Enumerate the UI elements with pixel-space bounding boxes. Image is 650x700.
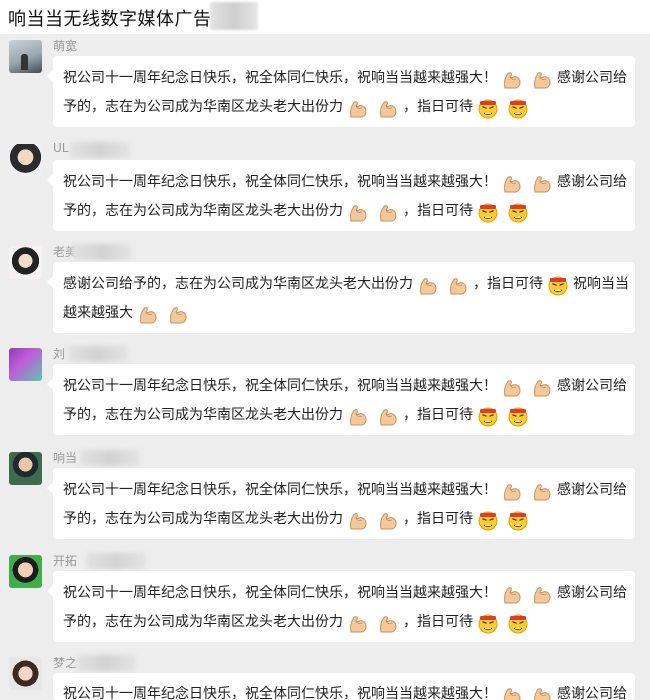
- flexed-biceps-icon: [347, 405, 369, 427]
- avatar[interactable]: [9, 555, 42, 588]
- message-text: 祝公司十一周年纪念日快乐，祝全体同仁快乐，祝响当当越来越强大！: [63, 174, 497, 190]
- flexed-biceps-icon: [347, 612, 369, 634]
- message-text: 祝公司十一周年纪念日快乐，祝全体同仁快乐，祝响当当越来越强大！: [63, 378, 497, 394]
- message-text: 祝公司十一周年纪念日快乐，祝全体同仁快乐，祝响当当越来越强大！: [63, 686, 497, 700]
- blurred-nickname: [68, 346, 128, 362]
- determined-face-icon: [507, 97, 529, 119]
- determined-face-icon: [477, 405, 499, 427]
- flexed-biceps-icon: [501, 583, 523, 605]
- message-text: ，指日可待: [473, 276, 543, 292]
- flexed-biceps-icon: [531, 68, 553, 90]
- message-text: 予的，志在为公司成为华南区龙头老大出份力: [63, 614, 343, 630]
- flexed-biceps-icon: [137, 303, 159, 325]
- message-text: 予的，志在为公司成为华南区龙头老大出份力: [63, 99, 343, 115]
- sender-nickname: 刘: [53, 347, 66, 361]
- avatar[interactable]: [9, 144, 42, 177]
- chat-header: 响当当无线数字媒体广告: [0, 0, 650, 34]
- flexed-biceps-icon: [501, 684, 523, 700]
- message-bubble[interactable]: 祝公司十一周年纪念日快乐，祝全体同仁快乐，祝响当当越来越强大！ 感谢公司给 予的…: [47, 364, 635, 435]
- determined-face-icon: [507, 509, 529, 531]
- flexed-biceps-icon: [347, 509, 369, 531]
- sender-nickname: 萌宽: [53, 39, 78, 53]
- sender-nickname: 开拓: [53, 554, 78, 568]
- flexed-biceps-icon: [501, 68, 523, 90]
- message-text: 感谢公司给: [557, 70, 627, 86]
- sender-nickname: 响当: [53, 451, 78, 465]
- flexed-biceps-icon: [377, 201, 399, 223]
- message-text: 感谢公司给: [557, 585, 627, 601]
- message-text: ，指日可待: [403, 614, 473, 630]
- message-bubble[interactable]: 祝公司十一周年纪念日快乐，祝全体同仁快乐，祝响当当越来越强大！ 感谢公司给 予的…: [47, 56, 635, 127]
- avatar[interactable]: [9, 452, 42, 485]
- message-text: ，指日可待: [403, 203, 473, 219]
- flexed-biceps-icon: [377, 509, 399, 531]
- avatar[interactable]: [9, 40, 42, 73]
- flexed-biceps-icon: [377, 612, 399, 634]
- blurred-nickname: [86, 553, 146, 569]
- message-text: 祝响当当: [573, 276, 629, 292]
- flexed-biceps-icon: [347, 201, 369, 223]
- message-text: 祝公司十一周年纪念日快乐，祝全体同仁快乐，祝响当当越来越强大！: [63, 70, 497, 86]
- message-text: 祝公司十一周年纪念日快乐，祝全体同仁快乐，祝响当当越来越强大！: [63, 482, 497, 498]
- flexed-biceps-icon: [501, 376, 523, 398]
- blurred-nickname: [76, 655, 136, 671]
- flexed-biceps-icon: [531, 583, 553, 605]
- message-bubble[interactable]: 祝公司十一周年纪念日快乐，祝全体同仁快乐，祝响当当越来越强大！ 感谢公司给 予的…: [47, 160, 635, 231]
- message-bubble[interactable]: 祝公司十一周年纪念日快乐，祝全体同仁快乐，祝响当当越来越强大！ 感谢公司给 予的…: [47, 571, 635, 642]
- flexed-biceps-icon: [531, 172, 553, 194]
- message-text: 越来越强大: [63, 305, 133, 321]
- avatar[interactable]: [9, 348, 42, 381]
- message-text: 感谢公司给: [557, 482, 627, 498]
- message-bubble[interactable]: 感谢公司给予的，志在为公司成为华南区龙头老大出份力 ，指日可待 祝响当当 越来越…: [47, 262, 635, 333]
- determined-face-icon: [547, 274, 569, 296]
- message-bubble[interactable]: 祝公司十一周年纪念日快乐，祝全体同仁快乐，祝响当当越来越强大！ 感谢公司给 予的…: [47, 468, 635, 539]
- flexed-biceps-icon: [447, 274, 469, 296]
- avatar[interactable]: [9, 246, 42, 279]
- flexed-biceps-icon: [377, 97, 399, 119]
- message-text: 予的，志在为公司成为华南区龙头老大出份力: [63, 407, 343, 423]
- flexed-biceps-icon: [531, 480, 553, 502]
- sender-nickname: UL: [53, 141, 69, 155]
- determined-face-icon: [507, 405, 529, 427]
- message-bubble[interactable]: 祝公司十一周年纪念日快乐，祝全体同仁快乐，祝响当当越来越强大！ 感谢公司给: [53, 673, 635, 700]
- blurred-nickname: [70, 142, 130, 158]
- message-text: ，指日可待: [403, 99, 473, 115]
- flexed-biceps-icon: [531, 376, 553, 398]
- flexed-biceps-icon: [347, 97, 369, 119]
- message-text: 予的，志在为公司成为华南区龙头老大出份力: [63, 511, 343, 527]
- determined-face-icon: [477, 612, 499, 634]
- message-text: 祝公司十一周年纪念日快乐，祝全体同仁快乐，祝响当当越来越强大！: [63, 585, 497, 601]
- flexed-biceps-icon: [501, 172, 523, 194]
- flexed-biceps-icon: [417, 274, 439, 296]
- message-text: ，指日可待: [403, 511, 473, 527]
- sender-nickname: 梦之: [53, 656, 78, 670]
- chat-title: 响当当无线数字媒体广告: [8, 9, 212, 30]
- flexed-biceps-icon: [167, 303, 189, 325]
- message-text: 感谢公司给: [557, 686, 627, 700]
- determined-face-icon: [477, 97, 499, 119]
- flexed-biceps-icon: [377, 405, 399, 427]
- message-text: 感谢公司给: [557, 378, 627, 394]
- message-text: 感谢公司给予的，志在为公司成为华南区龙头老大出份力: [63, 276, 413, 292]
- avatar[interactable]: [9, 657, 42, 690]
- message-text: 予的，志在为公司成为华南区龙头老大出份力: [63, 203, 343, 219]
- flexed-biceps-icon: [501, 480, 523, 502]
- blurred-nickname: [72, 244, 132, 260]
- blurred-member-count: [210, 2, 258, 30]
- blurred-nickname: [80, 450, 140, 466]
- determined-face-icon: [477, 509, 499, 531]
- message-text: ，指日可待: [403, 407, 473, 423]
- determined-face-icon: [477, 201, 499, 223]
- message-text: 感谢公司给: [557, 174, 627, 190]
- determined-face-icon: [507, 612, 529, 634]
- flexed-biceps-icon: [531, 684, 553, 700]
- determined-face-icon: [507, 201, 529, 223]
